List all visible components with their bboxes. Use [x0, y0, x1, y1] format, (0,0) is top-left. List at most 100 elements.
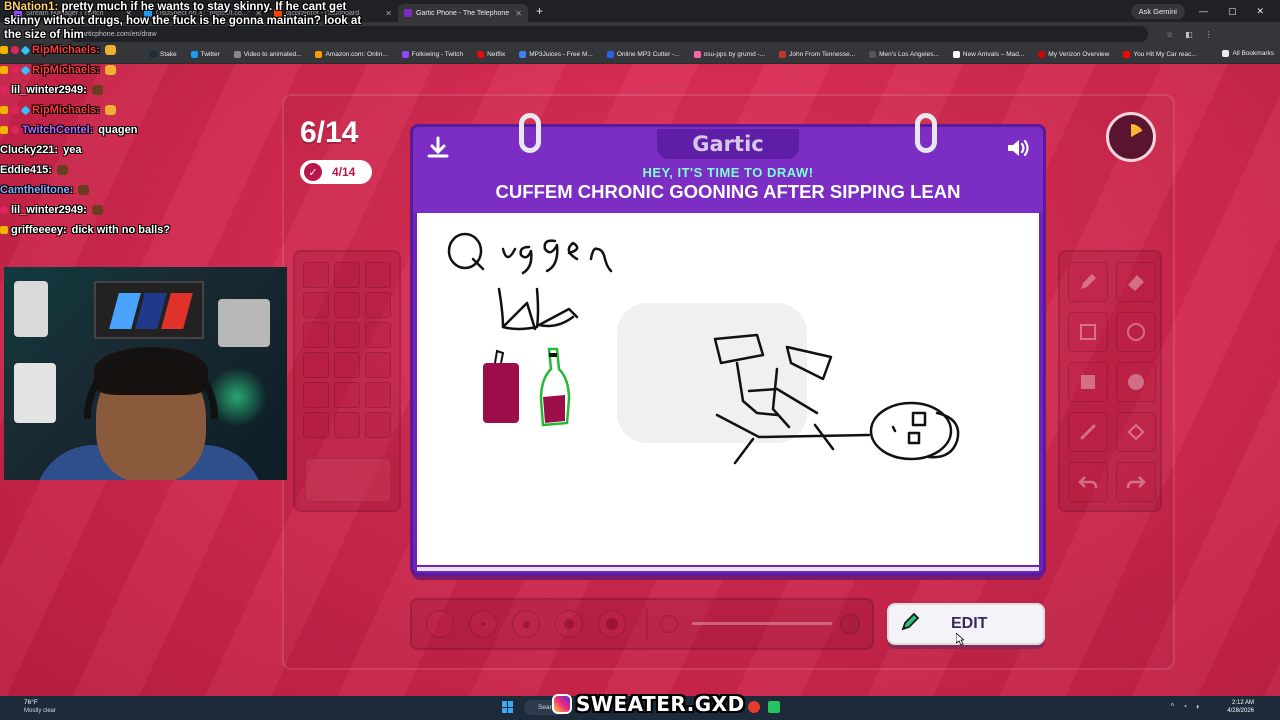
color-swatch[interactable] [303, 382, 329, 408]
brush-size-button[interactable] [426, 610, 454, 638]
bookmark-item[interactable]: Netflix [477, 51, 505, 58]
app-icon[interactable] [768, 701, 780, 713]
bookmark-label: osu-pps by grumd -... [703, 51, 766, 58]
system-tray: ^ ◔ ◖ [1171, 702, 1200, 711]
color-swatch[interactable] [365, 412, 391, 438]
clock[interactable]: 2:12 AM 4/28/2026 [1227, 699, 1254, 715]
pencil-tool-button[interactable] [1068, 262, 1108, 302]
mouse-cursor-icon [956, 633, 964, 645]
bookmark-label: New Arrivals – Mad... [962, 51, 1025, 58]
bookmark-favicon-icon [693, 51, 701, 58]
chat-text: dick with no balls? [71, 224, 171, 236]
bookmark-item[interactable]: osu-pps by grumd -... [693, 51, 766, 58]
brush-size-button[interactable] [512, 610, 540, 638]
bookmark-item[interactable]: Twitter [190, 51, 220, 58]
fill-bucket-tool-button[interactable] [1116, 412, 1156, 452]
tab-close-icon[interactable]: ✕ [515, 9, 522, 18]
bookmark-item[interactable]: Men's Los Angeles... [869, 51, 939, 58]
color-swatch[interactable] [334, 352, 360, 378]
undo-tool-button[interactable] [1068, 462, 1108, 502]
tab-close-icon[interactable]: ✕ [385, 9, 392, 18]
chat-username: TwitchCentel: [22, 124, 94, 136]
bookmark-item[interactable]: Amazon.com: Onlin... [315, 51, 388, 58]
color-swatch[interactable] [334, 412, 360, 438]
crown-badge-icon [0, 226, 8, 234]
color-swatch[interactable] [365, 352, 391, 378]
chat-message: lil_winter2949: [0, 204, 103, 216]
eraser-tool-button[interactable] [1116, 262, 1156, 302]
new-tab-button[interactable]: + [528, 4, 551, 18]
maximize-icon[interactable]: ▢ [1228, 6, 1237, 17]
chrome-icon[interactable] [748, 701, 760, 713]
color-swatch[interactable] [334, 262, 360, 288]
chevron-up-icon[interactable]: ^ [1171, 702, 1175, 711]
drawing-canvas[interactable] [417, 213, 1039, 565]
color-swatch[interactable] [365, 262, 391, 288]
filled-rectangle-tool-button[interactable] [1068, 362, 1108, 402]
minimize-icon[interactable]: — [1199, 6, 1208, 17]
color-swatch[interactable] [334, 382, 360, 408]
color-swatch[interactable] [303, 292, 329, 318]
drawn-bottle [539, 347, 571, 427]
color-swatch[interactable] [365, 292, 391, 318]
flag [218, 299, 270, 347]
bookmark-item[interactable]: Online MP3 Cutter -... [606, 51, 680, 58]
color-swatch[interactable] [334, 322, 360, 348]
custom-color-picker[interactable] [305, 458, 391, 502]
all-bookmarks-button[interactable]: All Bookmarks [1222, 50, 1274, 57]
players-done-badge: ✓ 4/14 [300, 160, 372, 184]
ask-gemini-button[interactable]: Ask Gemini [1130, 3, 1185, 19]
bookmark-label: John From Tennesse... [789, 51, 856, 58]
bookmark-item[interactable]: My Verizon Overview [1038, 51, 1109, 58]
bookmark-item[interactable]: Following - Twitch [401, 51, 463, 58]
color-swatch[interactable] [303, 352, 329, 378]
download-icon[interactable] [425, 135, 451, 161]
emote-icon [104, 45, 116, 55]
chat-username: RipMichaels: [32, 44, 100, 56]
bookmark-item[interactable]: John From Tennesse... [779, 51, 855, 58]
eraser-icon [1128, 275, 1144, 291]
slider-track[interactable] [692, 622, 832, 625]
color-swatch[interactable] [365, 322, 391, 348]
weather-widget[interactable]: 76°F Mostly clear [24, 699, 56, 715]
brush-size-button[interactable] [598, 610, 626, 638]
heart-badge-icon [0, 86, 8, 94]
circle-tool-button[interactable] [1116, 312, 1156, 352]
bookmark-item[interactable]: You Hit My Car reac... [1123, 51, 1197, 58]
bookmark-label: Twitter [200, 51, 220, 58]
color-swatch[interactable] [365, 382, 391, 408]
color-swatch[interactable] [334, 292, 360, 318]
color-swatch[interactable] [303, 322, 329, 348]
color-swatch[interactable] [303, 412, 329, 438]
sound-icon[interactable] [1005, 135, 1031, 161]
menu-icon[interactable]: ⋮ [1205, 30, 1213, 39]
heart-badge-icon [11, 66, 19, 74]
opacity-slider[interactable] [646, 608, 866, 640]
gem-badge-icon [20, 105, 31, 115]
line-tool-button[interactable] [1068, 412, 1108, 452]
extension-icon[interactable]: ◧ [1185, 30, 1193, 39]
close-icon[interactable]: ✕ [1256, 6, 1264, 17]
bookmark-item[interactable]: Stake [150, 51, 177, 58]
emote-icon [104, 65, 116, 75]
circle-icon [1127, 323, 1145, 341]
filled-circle-tool-button[interactable] [1116, 362, 1156, 402]
slider-handle[interactable] [840, 614, 860, 634]
wifi-icon[interactable]: ◔ [1182, 702, 1187, 711]
redo-tool-button[interactable] [1116, 462, 1156, 502]
bookmark-label: Online MP3 Cutter -... [616, 51, 680, 58]
color-swatch[interactable] [303, 262, 329, 288]
bookmark-item[interactable]: New Arrivals – Mad... [952, 51, 1025, 58]
volume-icon[interactable]: ◖ [1195, 702, 1200, 711]
edit-button[interactable]: EDIT [887, 603, 1045, 645]
chat-username: RipMichaels: [32, 64, 100, 76]
brush-size-button[interactable] [469, 610, 497, 638]
browser-tab[interactable]: Gartic Phone - The Telephone G... ✕ [398, 4, 528, 22]
star-icon[interactable]: ☆ [1166, 30, 1173, 39]
rectangle-tool-button[interactable] [1068, 312, 1108, 352]
bookmark-item[interactable]: MP3Juices - Free M... [519, 51, 593, 58]
start-icon[interactable] [502, 701, 514, 713]
bookmark-item[interactable]: Video to animated... [233, 51, 301, 58]
brush-size-button[interactable] [555, 610, 583, 638]
bookmark-label: Amazon.com: Onlin... [325, 51, 388, 58]
